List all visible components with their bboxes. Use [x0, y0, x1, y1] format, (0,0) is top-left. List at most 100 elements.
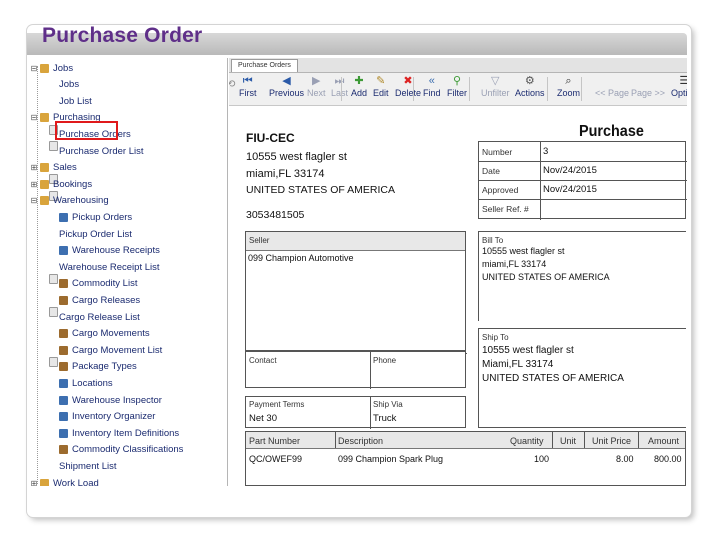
- collapse-icon[interactable]: ⊟: [30, 64, 38, 73]
- cargo-icon: [59, 345, 68, 355]
- tree-item-label: Cargo Movements: [72, 328, 150, 340]
- tree-item-job-list[interactable]: Job List: [49, 93, 92, 152]
- contact-label: Contact: [249, 356, 277, 365]
- tree-item-jobs[interactable]: Jobs: [49, 77, 79, 135]
- folder-icon: [40, 478, 49, 486]
- filter-button[interactable]: ⚲ Filter: [447, 75, 467, 98]
- commodity-icon: [59, 445, 68, 455]
- toolbar-separator: [413, 77, 414, 101]
- zoom-icon: ⌕: [565, 75, 572, 87]
- zoom-button[interactable]: ⌕ Zoom: [557, 75, 580, 98]
- seller-value: 099 Champion Automotive: [248, 253, 354, 263]
- tab-strip: Purchase Orders: [229, 58, 687, 73]
- expand-icon[interactable]: ⊞: [30, 479, 38, 487]
- actions-button[interactable]: ⚙ Actions: [515, 75, 545, 98]
- tree-item-warehouse-receipt-list[interactable]: Warehouse Receipt List: [49, 259, 160, 318]
- seller-label: Seller: [249, 236, 270, 245]
- purchase-order-pane: Purchase Orders ⟲ ⏮ First ◀ Previous ▶ Next ⏭ La…: [229, 58, 687, 486]
- toolbar-button-label: First: [239, 88, 257, 98]
- unfilter-icon: ▽: [491, 75, 500, 87]
- tree-item-package-types[interactable]: Package Types: [49, 359, 137, 375]
- tree-item-inventory-organizer[interactable]: Inventory Organizer: [49, 409, 155, 425]
- ship-via-value: Truck: [373, 413, 397, 424]
- seller-header: [246, 232, 465, 251]
- tree-item-label: Warehouse Inspector: [72, 394, 162, 406]
- inspector-icon: [59, 395, 68, 405]
- tree-item-label: Jobs: [53, 62, 74, 74]
- bill-to-address2: miami,FL 33174: [482, 259, 547, 269]
- page-button[interactable]: << Page: [595, 75, 629, 98]
- tree-item-cargo-release-list[interactable]: Cargo Release List: [49, 309, 140, 367]
- next-button[interactable]: ▶ Next: [307, 75, 326, 98]
- bill-to-label: Bill To: [482, 236, 504, 245]
- edit-icon: ✎: [376, 75, 386, 87]
- tree-item-pickup-orders[interactable]: Pickup Orders: [49, 209, 132, 225]
- option-button[interactable]: ☰Option: [671, 75, 687, 98]
- toolbar-button-label: Option: [671, 88, 687, 98]
- tree-item-cargo-movements[interactable]: Cargo Movements: [49, 326, 150, 342]
- expand-icon[interactable]: ⊞: [30, 180, 38, 189]
- tree-item-label: Package Types: [72, 361, 137, 373]
- tree-item-jobs[interactable]: ⊟ Jobs: [30, 60, 73, 76]
- tree-item-label: Inventory Organizer: [72, 411, 156, 423]
- last-button[interactable]: ⏭ Last: [331, 75, 348, 98]
- add-icon: ✚: [354, 75, 364, 87]
- bill-to-box: Bill To 10555 west flagler st miami,FL 3…: [478, 231, 686, 321]
- tree-item-locations[interactable]: Locations: [49, 375, 113, 391]
- tree-item-bookings[interactable]: ⊞ Bookings: [30, 176, 92, 192]
- delete-button[interactable]: ✖ Delete: [395, 75, 421, 98]
- tree-item-sales[interactable]: ⊞ Sales: [30, 160, 77, 176]
- tree-item-inventory-item-definitions[interactable]: Inventory Item Definitions: [49, 425, 179, 441]
- folder-icon: [40, 196, 49, 206]
- add-button[interactable]: ✚ Add: [351, 75, 367, 98]
- tree-item-label: Inventory Item Definitions: [72, 427, 180, 439]
- contact-box: Contact Phone: [245, 351, 466, 389]
- unfilter-button[interactable]: ▽ Unfilter: [481, 75, 510, 98]
- collapse-icon[interactable]: ⊟: [30, 196, 38, 205]
- col-header-unit: Unit: [560, 436, 577, 446]
- previous-button[interactable]: ◀ Previous: [269, 75, 304, 98]
- col-divider: [638, 432, 639, 448]
- tree-item-purchase-order-list[interactable]: Purchase Order List: [49, 143, 144, 201]
- col-header-description: Description: [338, 436, 384, 446]
- package-icon: [59, 362, 68, 372]
- folder-icon: [40, 63, 49, 73]
- tree-item-label: Commodity List: [72, 278, 138, 290]
- tree-item-warehouse-inspector[interactable]: Warehouse Inspector: [49, 392, 162, 408]
- find-button[interactable]: «Find: [423, 75, 441, 98]
- toolbar-button-label: Filter: [447, 88, 467, 98]
- tree-item-label: Work Load: [53, 477, 99, 487]
- col-header-quantity: Quantity: [510, 436, 544, 446]
- row-description: 099 Champion Spark Plug: [338, 454, 444, 464]
- tree-item-warehousing[interactable]: ⊟ Warehousing: [30, 193, 109, 209]
- meta-row-divider: [479, 199, 687, 200]
- tree-item-work-load[interactable]: ⊞ Work Load: [30, 475, 99, 486]
- tree-item-warehouse-receipts[interactable]: Warehouse Receipts: [49, 243, 160, 259]
- tab-purchase-orders[interactable]: Purchase Orders: [231, 59, 298, 72]
- row-amount: 800.00: [654, 454, 682, 464]
- expand-icon[interactable]: ⊞: [30, 163, 38, 172]
- tree-item-cargo-releases[interactable]: Cargo Releases: [49, 292, 140, 308]
- page-button[interactable]: Page >>: [631, 75, 665, 98]
- edit-button[interactable]: ✎ Edit: [373, 75, 389, 98]
- toolbar-button-label: Previous: [269, 88, 305, 98]
- tree-item-cargo-movement-list[interactable]: Cargo Movement List: [49, 342, 162, 358]
- col-header-amount: Amount: [648, 436, 680, 446]
- folder-icon: [40, 179, 49, 189]
- collapse-icon[interactable]: ⊟: [30, 113, 38, 122]
- first-button[interactable]: ⏮ First: [239, 75, 257, 98]
- toolbar-separator: [547, 77, 548, 101]
- tree-item-label: Purchase Order List: [59, 145, 144, 157]
- ship-to-address1: 10555 west flagler st: [482, 345, 574, 356]
- tree-item-commodity-list[interactable]: Commodity List: [49, 276, 137, 292]
- toolbar-button-label: Zoom: [557, 88, 581, 98]
- meta-row-divider: [479, 161, 687, 162]
- refresh-icon[interactable]: ⟲: [229, 79, 235, 90]
- find-icon: «: [428, 75, 435, 87]
- tree-item-shipment-list[interactable]: Shipment List: [49, 458, 117, 474]
- tree-item-commodity-classifications[interactable]: Commodity Classifications: [49, 442, 183, 458]
- tree-item-pickup-order-list[interactable]: Pickup Order List: [49, 226, 132, 284]
- selection-highlight: [55, 121, 118, 140]
- company-address1: 10555 west flagler st: [246, 151, 347, 163]
- contact-divider: [370, 352, 371, 389]
